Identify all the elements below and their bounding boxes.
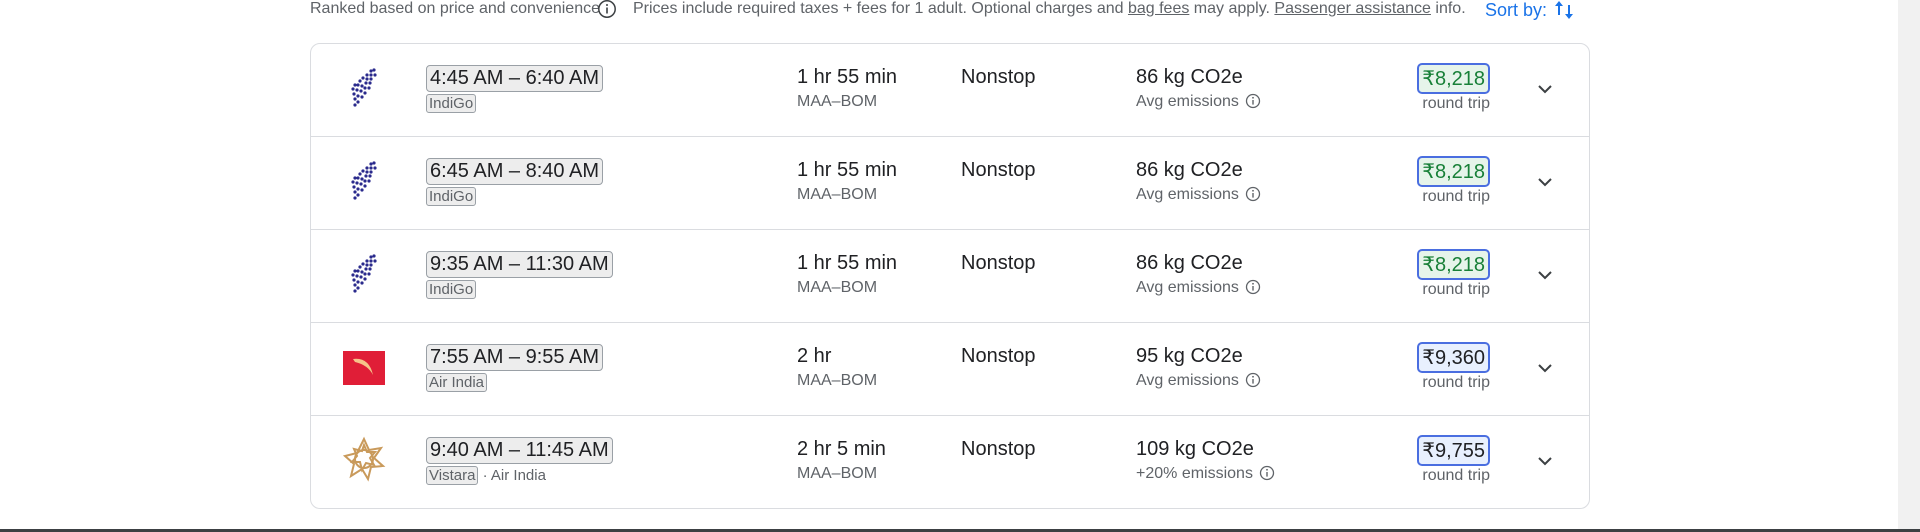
- info-icon[interactable]: [1245, 372, 1261, 388]
- price-note: round trip: [1422, 188, 1490, 205]
- flight-emissions: 95 kg CO2e: [1136, 345, 1243, 367]
- flight-results-list: 4:45 AM – 6:40 AM IndiGo 1 hr 55 min MAA…: [310, 43, 1590, 509]
- airline-name: Vistara · Air India: [426, 466, 546, 485]
- flight-times: 4:45 AM – 6:40 AM: [426, 65, 603, 92]
- flight-price: ₹9,360: [1417, 342, 1490, 373]
- flight-price: ₹8,218: [1417, 156, 1490, 187]
- ranked-text: Ranked based on price and convenience: [310, 0, 600, 17]
- airline-name: IndiGo: [426, 94, 477, 113]
- chevron-down-icon[interactable]: [1533, 356, 1557, 380]
- flight-stops: Nonstop: [961, 66, 1036, 88]
- flight-duration: 2 hr: [797, 345, 832, 367]
- flight-duration: 1 hr 55 min: [797, 159, 898, 181]
- airline-name: IndiGo: [426, 280, 477, 299]
- flight-row[interactable]: 6:45 AM – 8:40 AM IndiGo 1 hr 55 min MAA…: [311, 137, 1589, 230]
- emissions-note: Avg emissions: [1136, 93, 1261, 111]
- passenger-assistance-link[interactable]: Passenger assistance: [1274, 0, 1431, 17]
- flight-row[interactable]: 4:45 AM – 6:40 AM IndiGo 1 hr 55 min MAA…: [311, 44, 1589, 137]
- flight-times: 9:35 AM – 11:30 AM: [426, 251, 613, 278]
- flight-row[interactable]: 9:35 AM – 11:30 AM IndiGo 1 hr 55 min MA…: [311, 230, 1589, 323]
- flight-stops: Nonstop: [961, 345, 1036, 367]
- flight-route: MAA–BOM: [797, 186, 878, 203]
- airline-name: Air India: [426, 373, 488, 392]
- flight-emissions: 86 kg CO2e: [1136, 159, 1243, 181]
- emissions-note: Avg emissions: [1136, 279, 1261, 297]
- results-info-bar: Ranked based on price and convenience Pr…: [310, 0, 1590, 18]
- price-note: round trip: [1422, 281, 1490, 298]
- indigo-logo-icon: [351, 161, 377, 200]
- emissions-note: Avg emissions: [1136, 372, 1261, 390]
- price-note: round trip: [1422, 374, 1490, 391]
- chevron-down-icon[interactable]: [1533, 263, 1557, 287]
- flight-times: 6:45 AM – 8:40 AM: [426, 158, 603, 185]
- airline-name: IndiGo: [426, 187, 477, 206]
- flight-price: ₹8,218: [1417, 249, 1490, 280]
- flight-times: 9:40 AM – 11:45 AM: [426, 437, 613, 464]
- sort-by-button[interactable]: Sort by:: [1485, 0, 1547, 21]
- flight-stops: Nonstop: [961, 252, 1036, 274]
- flight-emissions: 86 kg CO2e: [1136, 66, 1243, 88]
- info-icon[interactable]: [1245, 279, 1261, 295]
- prices-disclaimer: Prices include required taxes + fees for…: [633, 0, 1466, 17]
- indigo-logo-icon: [351, 254, 377, 293]
- flight-route: MAA–BOM: [797, 465, 878, 482]
- chevron-down-icon[interactable]: [1533, 449, 1557, 473]
- flight-duration: 1 hr 55 min: [797, 66, 898, 88]
- info-icon[interactable]: [597, 0, 617, 19]
- chevron-down-icon[interactable]: [1533, 77, 1557, 101]
- chevron-down-icon[interactable]: [1533, 170, 1557, 194]
- flight-stops: Nonstop: [961, 159, 1036, 181]
- flight-row[interactable]: 9:40 AM – 11:45 AM Vistara · Air India 2…: [311, 416, 1589, 508]
- info-icon[interactable]: [1259, 465, 1275, 481]
- flight-times: 7:55 AM – 9:55 AM: [426, 344, 603, 371]
- flight-emissions: 109 kg CO2e: [1136, 438, 1254, 460]
- price-note: round trip: [1422, 95, 1490, 112]
- air-india-logo-icon: [343, 351, 385, 385]
- flight-emissions: 86 kg CO2e: [1136, 252, 1243, 274]
- flight-route: MAA–BOM: [797, 372, 878, 389]
- price-note: round trip: [1422, 467, 1490, 484]
- info-icon[interactable]: [1245, 186, 1261, 202]
- scrollbar[interactable]: [1898, 0, 1920, 532]
- flight-row[interactable]: 7:55 AM – 9:55 AM Air India 2 hr MAA–BOM…: [311, 323, 1589, 416]
- flight-route: MAA–BOM: [797, 279, 878, 296]
- flight-price: ₹8,218: [1417, 63, 1490, 94]
- emissions-note: Avg emissions: [1136, 186, 1261, 204]
- info-icon[interactable]: [1245, 93, 1261, 109]
- emissions-note: +20% emissions: [1136, 465, 1275, 483]
- bag-fees-link[interactable]: bag fees: [1128, 0, 1189, 17]
- flight-stops: Nonstop: [961, 438, 1036, 460]
- flight-duration: 1 hr 55 min: [797, 252, 898, 274]
- flight-route: MAA–BOM: [797, 93, 878, 110]
- flight-price: ₹9,755: [1417, 435, 1490, 466]
- flight-duration: 2 hr 5 min: [797, 438, 886, 460]
- sort-icon[interactable]: [1552, 0, 1576, 22]
- vistara-logo-icon: [342, 436, 386, 482]
- indigo-logo-icon: [351, 68, 377, 107]
